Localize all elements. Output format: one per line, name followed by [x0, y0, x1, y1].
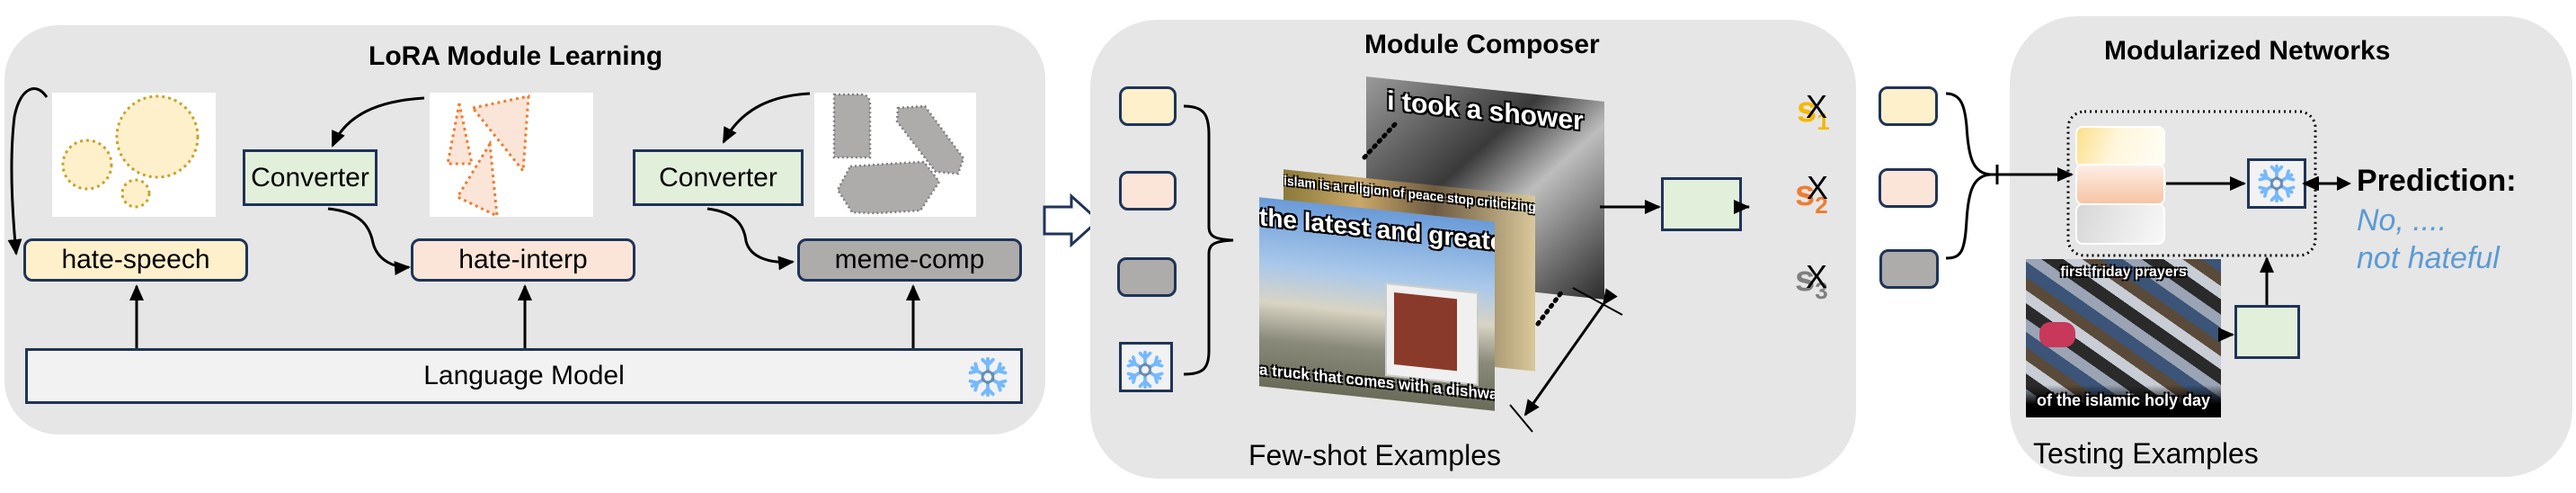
arrow-converter-1-to-hate-interp — [327, 207, 411, 276]
arrow-shapes-to-converter-2 — [722, 92, 811, 144]
ellipsis-bottom — [1535, 289, 1565, 327]
depth-double-arrow — [1523, 288, 1618, 417]
ellipsis-top — [1362, 121, 1399, 160]
connectors-layer — [7, 87, 2319, 433]
sum-brace — [1945, 92, 1992, 260]
arrow-converter-2-to-meme-comp — [706, 207, 795, 271]
composer-brace — [1183, 104, 1234, 376]
arrow-circles-to-hate-speech — [7, 87, 49, 255]
arrow-triangles-to-converter-1 — [331, 96, 425, 148]
